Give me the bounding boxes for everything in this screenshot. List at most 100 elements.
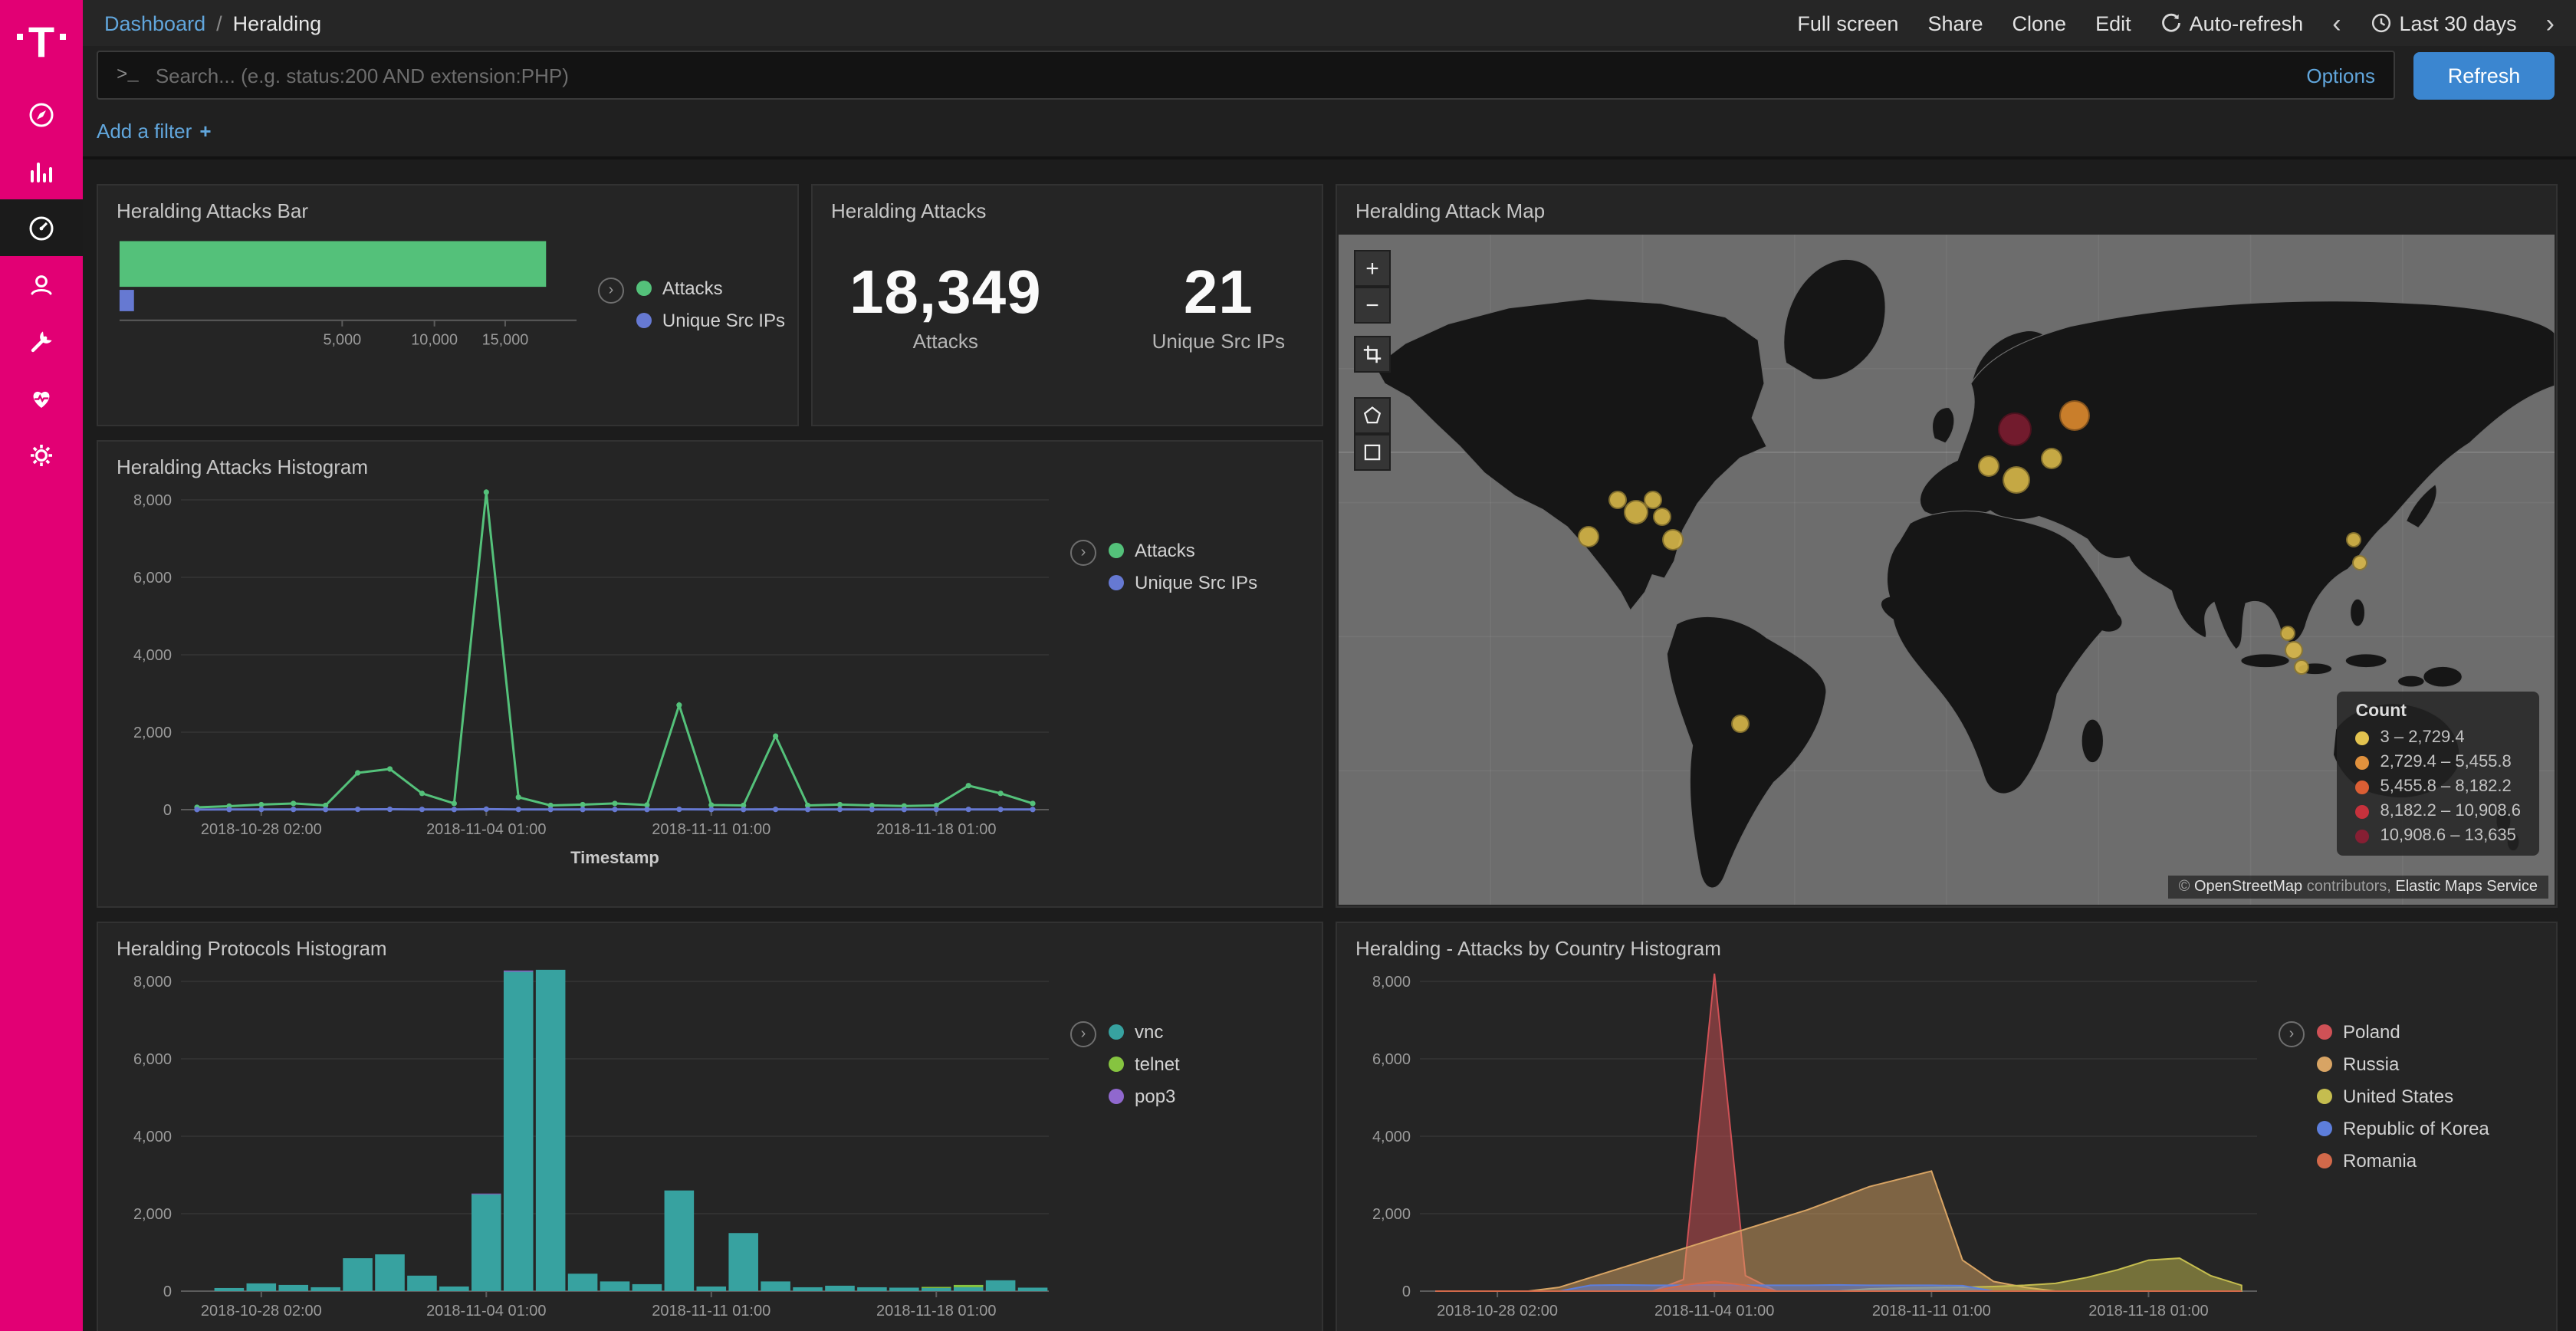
ems-link[interactable]: Elastic Maps Service [2395,879,2538,896]
add-filter-link[interactable]: Add a filter [97,119,192,142]
legend-item[interactable]: 2,729.4 – 5,455.8 [2356,753,2522,771]
kibana-dashboard-app: T Dashboard / Heralding Full screen S [0,0,2576,1331]
legend-dot [2317,1057,2332,1072]
search-input[interactable] [153,62,2293,88]
share-button[interactable]: Share [1927,12,1983,35]
panel-protocols-histogram: Heralding Protocols Histogram 02,0004,00… [97,922,1323,1331]
legend-label: pop3 [1135,1086,1175,1107]
auto-refresh-button[interactable]: Auto-refresh [2160,12,2304,35]
legend-dot [2356,780,2370,794]
legend-dot [1109,1024,1124,1040]
legend-label: 8,182.2 – 10,908.6 [2380,802,2522,820]
legend-dot [1109,1089,1124,1104]
legend-item[interactable]: Republic of Korea [2317,1118,2489,1139]
time-back-button[interactable]: ‹ [2332,10,2341,36]
breadcrumb-current: Heralding [233,12,322,35]
legend-item[interactable]: Attacks [636,278,785,299]
query-options-link[interactable]: Options [2306,64,2375,87]
legend-item[interactable]: Unique Src IPs [636,310,785,331]
legend-dot [2317,1121,2332,1136]
legend-item[interactable]: Attacks [1109,540,1257,561]
svg-text:2018-11-11 01:00: 2018-11-11 01:00 [652,1303,770,1319]
svg-text:6,000: 6,000 [1372,1051,1411,1068]
legend-item[interactable]: 8,182.2 – 10,908.6 [2356,802,2522,820]
time-range-picker[interactable]: Last 30 days [2371,12,2517,35]
query-bar: >_ Options Refresh [83,46,2576,104]
svg-text:0: 0 [163,1283,172,1300]
legend-item[interactable]: 10,908.6 – 13,635 [2356,827,2522,845]
sidebar-item-monitoring[interactable] [0,370,83,426]
osm-link[interactable]: OpenStreetMap [2194,879,2302,896]
legend-dot [2317,1153,2332,1168]
telekom-logo[interactable]: T [0,0,83,86]
sidebar-item-management[interactable] [0,426,83,483]
fit-bounds-button[interactable] [1354,336,1391,373]
svg-text:8,000: 8,000 [133,974,172,991]
sidebar-item-security[interactable] [0,256,83,313]
legend-item[interactable]: pop3 [1109,1086,1180,1107]
metric-value: 21 [1152,259,1285,327]
legend-item[interactable]: Russia [2317,1053,2489,1075]
panel-title[interactable]: Heralding Attack Map [1337,186,2556,225]
sidebar-item-dashboard[interactable] [0,199,83,256]
metric-label: Attacks [849,330,1042,353]
legend-expand-icon[interactable]: › [1070,540,1096,566]
svg-text:2018-11-04 01:00: 2018-11-04 01:00 [426,1303,546,1319]
sidebar-item-visualize[interactable] [0,143,83,199]
navbar-actions: Full screen Share Clone Edit Auto-refres… [1797,10,2555,36]
time-forward-button[interactable]: › [2546,10,2555,36]
protocols-histogram-chart[interactable]: 02,0004,0006,0008,0002018-10-28 02:00201… [110,966,1061,1331]
svg-text:2018-11-11 01:00: 2018-11-11 01:00 [1872,1303,1991,1319]
legend-label: telnet [1135,1053,1180,1075]
legend-label: vnc [1135,1021,1163,1043]
legend-dot [2317,1024,2332,1040]
panel-attacks-metric: Heralding Attacks 18,349 Attacks 21 Uniq… [811,184,1323,426]
clone-button[interactable]: Clone [2013,12,2067,35]
zoom-in-button[interactable]: + [1354,250,1391,287]
panel-title[interactable]: Heralding Attacks [813,186,1322,225]
filter-bar: Add a filter + [83,104,2576,159]
legend-item[interactable]: vnc [1109,1021,1180,1043]
panel-attacks-bar: Heralding Attacks Bar 5,00010,00015,000 … [97,184,799,426]
compass-icon [26,99,57,130]
legend-label: Unique Src IPs [662,310,785,331]
draw-rectangle-button[interactable] [1354,434,1391,471]
map-canvas[interactable]: + − Count 3 – 2,729.4 2,729.4 – 5,455.8 5,… [1339,235,2555,905]
country-histogram-chart[interactable]: 02,0004,0006,0008,0002018-10-28 02:00201… [1349,966,2269,1331]
panel-title[interactable]: Heralding Attacks Bar [98,186,797,225]
full-screen-button[interactable]: Full screen [1797,12,1898,35]
legend-label: Attacks [1135,540,1195,561]
metric-label: Unique Src IPs [1152,330,1285,353]
legend-item[interactable]: telnet [1109,1053,1180,1075]
legend-item[interactable]: Romania [2317,1150,2489,1172]
svg-text:4,000: 4,000 [1372,1129,1411,1145]
metric-attacks: 18,349 Attacks [849,259,1042,353]
attacks-bar-chart[interactable]: 5,00010,00015,000 [110,228,589,366]
plus-icon[interactable]: + [199,119,211,142]
edit-button[interactable]: Edit [2095,12,2131,35]
legend-expand-icon[interactable]: › [598,278,624,304]
breadcrumb-dashboard-link[interactable]: Dashboard [104,12,205,35]
legend-item[interactable]: 3 – 2,729.4 [2356,728,2522,747]
svg-text:2018-11-18 01:00: 2018-11-18 01:00 [2088,1303,2208,1319]
legend-label: Poland [2343,1021,2400,1043]
legend-item[interactable]: United States [2317,1086,2489,1107]
legend-expand-icon[interactable]: › [2279,1021,2305,1047]
panel-title[interactable]: Heralding Protocols Histogram [98,923,1322,963]
map-legend-title: Count [2356,702,2522,721]
panel-title[interactable]: Heralding Attacks Histogram [98,442,1322,481]
legend-label: Republic of Korea [2343,1118,2489,1139]
attacks-histogram-chart[interactable]: 02,0004,0006,0008,0002018-10-28 02:00201… [110,485,1061,871]
draw-polygon-button[interactable] [1354,397,1391,434]
legend-item[interactable]: Poland [2317,1021,2489,1043]
legend-expand-icon[interactable]: › [1070,1021,1096,1047]
legend-label: 10,908.6 – 13,635 [2380,827,2516,845]
zoom-out-button[interactable]: − [1354,287,1391,324]
sidebar-item-discover[interactable] [0,86,83,143]
legend-item[interactable]: 5,455.8 – 8,182.2 [2356,777,2522,796]
sidebar-item-devtools[interactable] [0,313,83,370]
panel-title[interactable]: Heralding - Attacks by Country Histogram [1337,923,2556,963]
refresh-button[interactable]: Refresh [2413,51,2555,99]
svg-text:2018-11-11 01:00: 2018-11-11 01:00 [652,821,770,838]
legend-item[interactable]: Unique Src IPs [1109,572,1257,593]
